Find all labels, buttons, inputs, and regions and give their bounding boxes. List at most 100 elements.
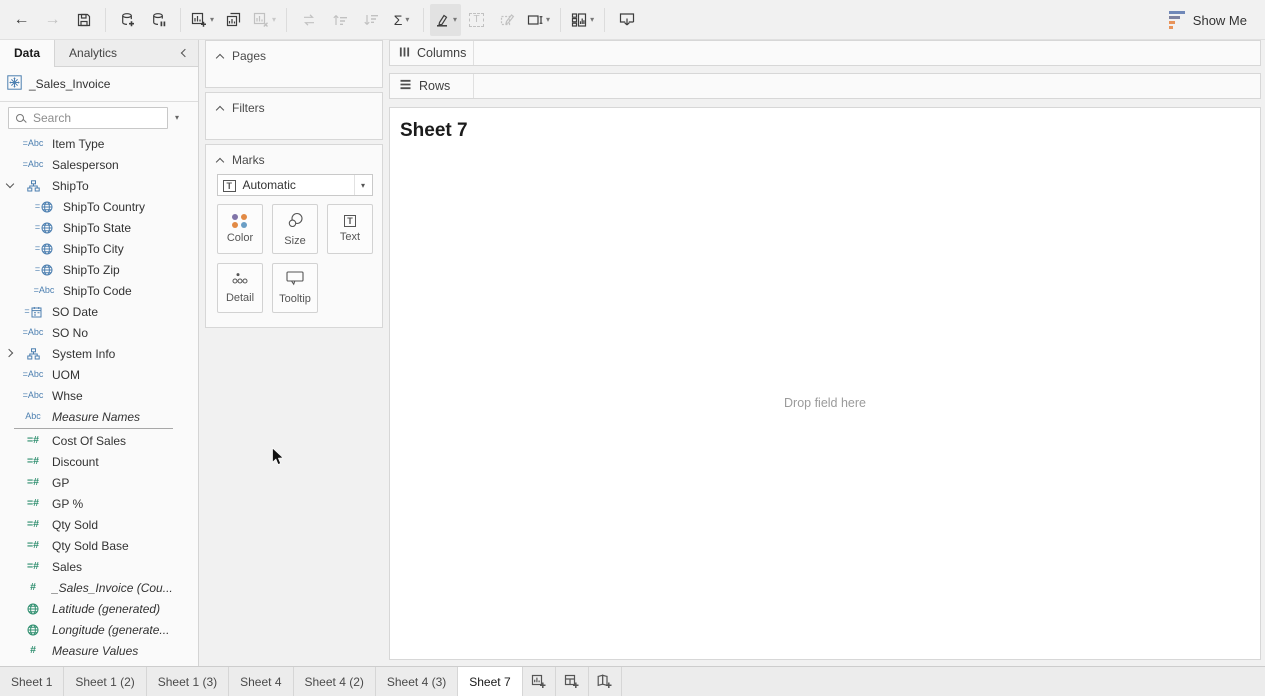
rows-shelf[interactable]: Rows [389, 73, 1261, 99]
expander-icon[interactable] [4, 347, 17, 360]
field-item[interactable]: =AbcWhse [0, 385, 197, 406]
sheet-tab[interactable]: Sheet 1 (3) [147, 667, 229, 696]
expander-spacer [4, 200, 17, 213]
field-item[interactable]: =#GP % [0, 493, 197, 514]
expander-icon[interactable] [4, 179, 17, 192]
pause-updates-button[interactable] [143, 4, 174, 36]
sheet-tab[interactable]: Sheet 1 (2) [64, 667, 146, 696]
sheet-tab[interactable]: Sheet 4 (3) [376, 667, 458, 696]
expander-spacer [4, 644, 17, 657]
field-item[interactable]: Longitude (generate... [0, 619, 197, 640]
expander-spacer [4, 539, 17, 552]
field-item[interactable]: AbcMeasure Names [0, 406, 197, 427]
new-datasource-button[interactable] [112, 4, 143, 36]
show-cards-button[interactable]: ▾ [567, 4, 598, 36]
toolbar-separator [105, 8, 106, 32]
new-dashboard-button[interactable] [556, 667, 589, 696]
filters-label: Filters [232, 101, 265, 115]
field-item[interactable]: =#Cost Of Sales [0, 430, 197, 451]
field-name: Latitude (generated) [52, 602, 160, 616]
field-item[interactable]: =#Qty Sold [0, 514, 197, 535]
field-item[interactable]: =#GP [0, 472, 197, 493]
collapse-icon[interactable] [216, 53, 224, 61]
totals-button[interactable]: Σ▾ [386, 4, 417, 36]
field-item[interactable]: =SO Date [0, 301, 197, 322]
field-item[interactable]: #_Sales_Invoice (Cou... [0, 577, 197, 598]
filters-card[interactable]: Filters [205, 92, 383, 140]
expander-spacer [4, 434, 17, 447]
toolbar-separator [560, 8, 561, 32]
field-item[interactable]: =#Sales [0, 556, 197, 577]
field-name: Qty Sold Base [52, 539, 129, 553]
detail-button[interactable]: Detail [217, 263, 263, 313]
search-input[interactable] [31, 110, 160, 126]
field-name: Longitude (generate... [52, 623, 169, 637]
tab-data[interactable]: Data [0, 40, 55, 67]
pane-tabs: Data Analytics [0, 40, 198, 67]
field-item[interactable]: =AbcSO No [0, 322, 197, 343]
worksheet-canvas[interactable]: Sheet 7 Drop field here [389, 107, 1261, 660]
field-item[interactable]: =ShipTo Zip [0, 259, 197, 280]
sheet-tab-bar: Sheet 1Sheet 1 (2)Sheet 1 (3)Sheet 4Shee… [0, 666, 1265, 696]
color-button[interactable]: Color [217, 204, 263, 254]
text-button[interactable]: TText [327, 204, 373, 254]
field-name: UOM [52, 368, 80, 382]
tooltip-button[interactable]: Tooltip [272, 263, 318, 313]
field-item[interactable]: =ShipTo Country [0, 196, 197, 217]
sheet-tab[interactable]: Sheet 1 [0, 667, 64, 696]
collapse-icon[interactable] [216, 157, 224, 165]
globe-green-icon [17, 603, 49, 615]
field-item[interactable]: =ShipTo City [0, 238, 197, 259]
rows-label: Rows [419, 79, 450, 93]
columns-shelf[interactable]: Columns [389, 40, 1261, 66]
field-item[interactable]: =AbcShipTo Code [0, 280, 197, 301]
new-worksheet-button[interactable]: ▾ [187, 4, 218, 36]
eq-number-icon: =# [17, 456, 49, 467]
clear-sheet-button: ▾ [249, 4, 280, 36]
dimensions-measures-divider [0, 427, 197, 430]
fit-button[interactable]: ▾ [523, 4, 554, 36]
expander-spacer [4, 284, 17, 297]
collapse-icon[interactable] [216, 105, 224, 113]
collapse-pane-button[interactable] [172, 40, 198, 66]
field-item[interactable]: =#Qty Sold Base [0, 535, 197, 556]
field-item[interactable]: Latitude (generated) [0, 598, 197, 619]
search-options-caret[interactable]: ▾ [175, 113, 179, 122]
marks-card: Marks T Automatic ▾ ColorSizeTTextDetail… [205, 144, 383, 328]
toolbar-separator [423, 8, 424, 32]
sheet-tab[interactable]: Sheet 4 [229, 667, 293, 696]
duplicate-sheet-button[interactable] [218, 4, 249, 36]
field-list: =AbcItem Type=AbcSalespersonShipTo=ShipT… [0, 133, 197, 666]
pages-card[interactable]: Pages [205, 40, 383, 88]
dropdown-caret-icon[interactable]: ▾ [354, 175, 367, 195]
field-item[interactable]: =AbcSalesperson [0, 154, 197, 175]
field-item[interactable]: #Measure Values [0, 640, 197, 661]
tab-analytics[interactable]: Analytics [55, 40, 131, 66]
eq-globe-icon: = [28, 222, 60, 234]
mark-type-dropdown[interactable]: T Automatic ▾ [217, 174, 373, 196]
search-box[interactable] [8, 107, 168, 129]
field-item[interactable]: =#Discount [0, 451, 197, 472]
size-button[interactable]: Size [272, 204, 318, 254]
expander-spacer [4, 623, 17, 636]
field-item[interactable]: =ShipTo State [0, 217, 197, 238]
datasource-row[interactable]: _Sales_Invoice [0, 67, 198, 102]
highlight-button[interactable]: ▾ [430, 4, 461, 36]
save-button[interactable] [68, 4, 99, 36]
sheet-tab[interactable]: Sheet 4 (2) [294, 667, 376, 696]
new-worksheet-tab-button[interactable] [523, 667, 556, 696]
eq-abc-icon: =Abc [17, 139, 49, 148]
new-story-button[interactable] [589, 667, 622, 696]
field-item[interactable]: =AbcUOM [0, 364, 197, 385]
eq-number-icon: =# [17, 519, 49, 530]
field-item[interactable]: =AbcItem Type [0, 133, 197, 154]
sheet-area: Columns Rows Sheet 7 Drop field here [389, 40, 1265, 666]
sheet-tab[interactable]: Sheet 7 [458, 667, 522, 696]
undo-button[interactable]: ← [6, 4, 37, 36]
show-me-button[interactable]: Show Me [1169, 0, 1247, 40]
field-name: Measure Values [52, 644, 138, 658]
field-item[interactable]: ShipTo [0, 175, 197, 196]
eq-abc-icon: =Abc [17, 391, 49, 400]
field-item[interactable]: System Info [0, 343, 197, 364]
presentation-button[interactable] [611, 4, 642, 36]
